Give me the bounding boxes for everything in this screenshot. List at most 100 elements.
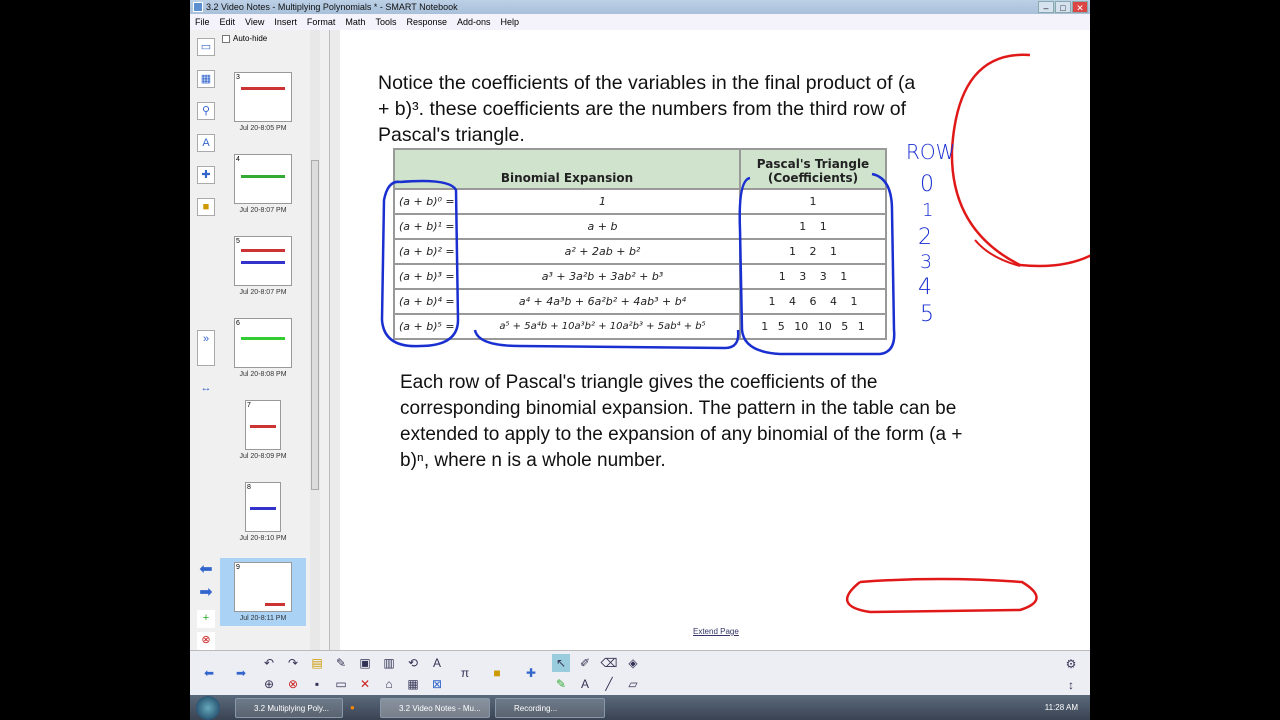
page-number: 6 — [236, 320, 240, 327]
add-page-button[interactable]: ⊕ — [260, 675, 278, 693]
attachments-icon[interactable]: ⚲ — [197, 102, 215, 120]
select-tool[interactable]: ↖ — [552, 654, 570, 672]
page-timestamp: Jul 20-8:05 PM — [239, 125, 287, 132]
taskbar-item-active[interactable]: 3.2 Video Notes - Mu... — [380, 698, 490, 718]
page-number: 4 — [236, 156, 240, 163]
previous-page-button[interactable]: ⬅ — [200, 664, 218, 682]
magic-pen-button[interactable]: A — [428, 654, 446, 672]
page-thumbnail[interactable]: 3 Jul 20-8:05 PM — [220, 72, 306, 132]
start-button[interactable] — [196, 696, 220, 720]
auto-hide-checkbox[interactable]: Auto-hide — [222, 34, 267, 43]
menu-tools[interactable]: Tools — [375, 14, 396, 30]
capture-button[interactable]: ⟲ — [404, 654, 422, 672]
redo-button[interactable]: ↷ — [284, 654, 302, 672]
page-thumbnail[interactable]: 6 Jul 20-8:08 PM — [220, 318, 306, 378]
table-button[interactable]: ▦ — [404, 675, 422, 693]
lock-icon[interactable]: ■ — [197, 198, 215, 216]
page-sorter-icon[interactable]: ▭ — [197, 38, 215, 56]
clear-ink-button[interactable]: ✎ — [332, 654, 350, 672]
paste-button[interactable]: ▣ — [356, 654, 374, 672]
page-thumbnail-selected[interactable]: 9 Jul 20-8:11 PM — [220, 558, 306, 626]
screen-capture-button[interactable]: ▭ — [332, 675, 350, 693]
title-bar: 3.2 Video Notes - Multiplying Polynomial… — [190, 0, 1090, 14]
ink-red-ellipse — [846, 577, 1038, 614]
page-sorter-sidebar: ▭ ▦ ⚲ A ✚ ■ » ↔ ⬅ ➡ + ⊗ Auto-hide 3 Jul 2… — [190, 30, 330, 650]
ink-red-circle — [950, 53, 1090, 268]
resize-icon[interactable]: ↔ — [197, 380, 215, 398]
add-page-icon[interactable]: + — [197, 610, 215, 628]
shape-tool[interactable]: ▱ — [624, 675, 642, 693]
menu-view[interactable]: View — [245, 14, 264, 30]
save-button[interactable]: ▪ — [308, 675, 326, 693]
menu-help[interactable]: Help — [501, 14, 520, 30]
page-timestamp: Jul 20-8:08 PM — [239, 371, 287, 378]
extend-page-link[interactable]: Extend Page — [693, 627, 739, 636]
clock[interactable]: 11:28 AM — [1045, 695, 1078, 720]
close-tool-button[interactable]: ⊠ — [428, 675, 446, 693]
menu-format[interactable]: Format — [307, 14, 336, 30]
delete-page-button[interactable]: ⊗ — [284, 675, 302, 693]
handwritten-digit: 3 — [920, 251, 933, 273]
undo-button[interactable]: ↶ — [260, 654, 278, 672]
lock-button[interactable]: ■ — [488, 664, 506, 682]
page-thumbnail[interactable]: 7 Jul 20-8:09 PM — [220, 400, 306, 460]
gallery-icon[interactable]: ▦ — [197, 70, 215, 88]
math-tools-button[interactable]: π — [456, 664, 474, 682]
document-camera-button[interactable]: ⌂ — [380, 675, 398, 693]
page-thumbnail[interactable]: 5 Jul 20-8:07 PM — [220, 236, 306, 296]
menu-bar: File Edit View Insert Format Math Tools … — [190, 14, 1090, 30]
ink-annotations[interactable] — [340, 30, 1090, 650]
collapse-sidebar-icon[interactable]: » — [197, 330, 215, 366]
settings-gear-icon[interactable]: ⚙ — [1062, 655, 1080, 673]
window-title: 3.2 Video Notes - Multiplying Polynomial… — [206, 2, 458, 12]
open-button[interactable]: ▤ — [308, 654, 326, 672]
page-timestamp: Jul 20-8:11 PM — [239, 615, 287, 622]
delete-page-icon[interactable]: ⊗ — [197, 632, 215, 650]
menu-insert[interactable]: Insert — [274, 14, 297, 30]
menu-file[interactable]: File — [195, 14, 210, 30]
sidebar-scrollbar[interactable] — [310, 30, 320, 650]
move-toolbar-icon[interactable]: ↕ — [1062, 676, 1080, 694]
minimize-button[interactable]: – — [1038, 1, 1054, 13]
page-timestamp: Jul 20-8:09 PM — [239, 453, 287, 460]
text-tool[interactable]: A — [576, 675, 594, 693]
maximize-button[interactable]: □ — [1055, 1, 1071, 13]
menu-response[interactable]: Response — [406, 14, 447, 30]
menu-addons[interactable]: Add-ons — [457, 14, 491, 30]
page-thumbnail[interactable]: 8 Jul 20-8:10 PM — [220, 482, 306, 542]
next-page-button[interactable]: ➡ — [232, 664, 250, 682]
delete-button[interactable]: ✕ — [356, 675, 374, 693]
app-icon — [193, 2, 203, 12]
page-canvas[interactable]: Notice the coefficients of the variables… — [330, 30, 1090, 650]
next-page-icon[interactable]: ➡ — [197, 585, 215, 603]
handwritten-row-label: ROW — [906, 140, 956, 164]
page-timestamp: Jul 20-8:07 PM — [239, 289, 287, 296]
taskbar-item[interactable]: Recording... — [495, 698, 605, 718]
taskbar-item[interactable]: 3.2 Multiplying Poly... — [235, 698, 343, 718]
line-tool[interactable]: ╱ — [600, 675, 618, 693]
handwritten-digit: 5 — [920, 302, 934, 327]
scrollbar-thumb[interactable] — [311, 160, 319, 490]
addons-button[interactable]: ✚ — [522, 664, 540, 682]
menu-edit[interactable]: Edit — [220, 14, 236, 30]
page-number: 7 — [247, 402, 251, 409]
screen-shade-button[interactable]: ▥ — [380, 654, 398, 672]
fill-tool[interactable]: ◈ — [624, 654, 642, 672]
page-thumbnail[interactable]: 4 Jul 20-8:07 PM — [220, 154, 306, 214]
close-button[interactable]: ✕ — [1072, 1, 1088, 13]
ink-expansion-underline — [473, 329, 740, 350]
eraser-tool[interactable]: ⌫ — [600, 654, 618, 672]
page-timestamp: Jul 20-8:07 PM — [239, 207, 287, 214]
previous-page-icon[interactable]: ⬅ — [197, 562, 215, 580]
firefox-icon[interactable]: ● — [350, 698, 372, 718]
outro-text: Each row of Pascal's triangle gives the … — [400, 372, 963, 471]
handwritten-digit: 2 — [918, 225, 932, 250]
ink-left-column-loop — [380, 179, 460, 348]
pen-tool[interactable]: ✐ — [576, 654, 594, 672]
sidebar-tabs: ▭ ▦ ⚲ A ✚ ■ » ↔ ⬅ ➡ + ⊗ — [190, 30, 220, 650]
addons-icon[interactable]: ✚ — [197, 166, 215, 184]
menu-math[interactable]: Math — [345, 14, 365, 30]
creative-pen-tool[interactable]: ✎ — [552, 675, 570, 693]
properties-icon[interactable]: A — [197, 134, 215, 152]
handwritten-digit: 4 — [918, 275, 932, 300]
